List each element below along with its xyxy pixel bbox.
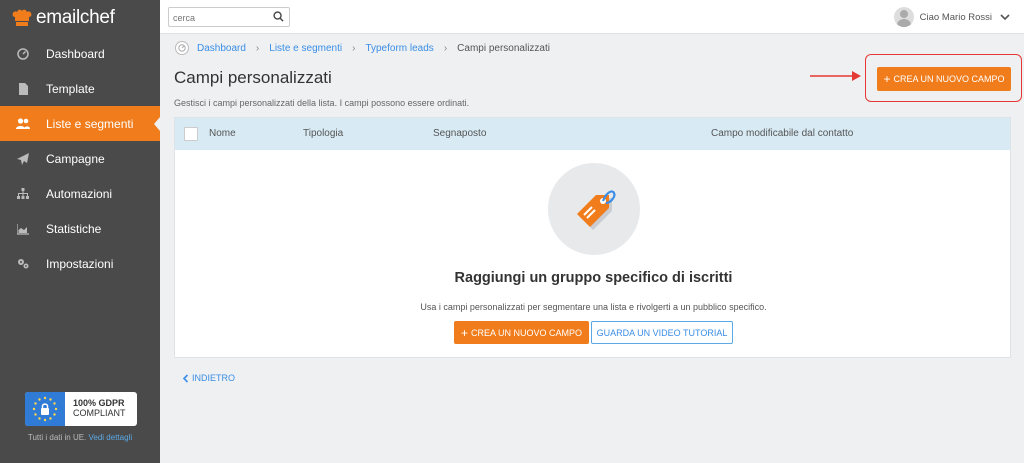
sidebar-item-label: Campagne xyxy=(46,151,105,166)
gdpr-note-text: Tutti i dati in UE. xyxy=(27,433,87,442)
video-tutorial-button[interactable]: GUARDA UN VIDEO TUTORIAL xyxy=(591,321,733,344)
gdpr-note: Tutti i dati in UE. Vedi dettagli xyxy=(0,433,160,442)
sidebar-item-statistiche[interactable]: Statistiche xyxy=(0,211,160,246)
gdpr-title: 100% GDPR xyxy=(73,398,125,408)
chevron-right-icon: › xyxy=(255,42,260,54)
breadcrumb: Dashboard › Liste e segmenti › Typeform … xyxy=(175,41,550,55)
column-header-campo-modificabile[interactable]: Campo modificabile dal contatto xyxy=(711,128,853,139)
page-title: Campi personalizzati xyxy=(174,68,332,87)
search-icon[interactable] xyxy=(273,11,284,22)
eu-lock-icon xyxy=(25,392,65,426)
sidebar-item-label: Automazioni xyxy=(46,186,113,201)
breadcrumb-dashboard[interactable]: Dashboard xyxy=(197,43,246,54)
breadcrumb-liste-e-segmenti[interactable]: Liste e segmenti xyxy=(269,43,342,54)
sidebar-item-liste-e-segmenti[interactable]: Liste e segmenti xyxy=(0,106,160,141)
logo[interactable]: emailchef xyxy=(0,0,160,36)
avatar xyxy=(893,7,914,27)
gauge-icon xyxy=(16,47,30,61)
page-subtitle: Gestisci i campi personalizzati della li… xyxy=(174,98,470,108)
sidebar-item-label: Dashboard xyxy=(46,46,105,61)
tag-icon xyxy=(577,190,616,230)
chevron-right-icon: › xyxy=(352,42,356,54)
chevron-right-icon: › xyxy=(443,42,448,54)
area-chart-icon xyxy=(16,222,30,236)
sidebar-item-label: Template xyxy=(46,81,95,96)
sidebar-item-label: Statistiche xyxy=(46,221,102,236)
annotation-arrow-icon xyxy=(810,71,861,81)
sidebar: emailchef Dashboard Template Liste e seg… xyxy=(0,0,160,463)
top-bar: Ciao Mario Rossi xyxy=(160,0,1024,34)
sidebar-item-label: Liste e segmenti xyxy=(46,116,134,131)
user-greeting: Ciao Mario Rossi xyxy=(919,11,992,23)
select-all-checkbox[interactable] xyxy=(184,127,198,141)
sidebar-item-impostazioni[interactable]: Impostazioni xyxy=(0,246,160,281)
empty-create-field-button[interactable]: + CREA UN NUOVO CAMPO xyxy=(454,321,589,344)
column-header-tipologia[interactable]: Tipologia xyxy=(303,128,343,139)
column-header-segnaposto[interactable]: Segnaposto xyxy=(433,128,486,139)
chevron-down-icon xyxy=(1000,13,1010,20)
annotation-highlight-box xyxy=(865,54,1022,102)
sidebar-item-dashboard[interactable]: Dashboard xyxy=(0,36,160,71)
sidebar-item-label: Impostazioni xyxy=(46,256,114,271)
users-icon xyxy=(16,117,30,131)
paper-plane-icon xyxy=(16,152,30,166)
gdpr-subtitle: COMPLIANT xyxy=(73,408,126,418)
custom-fields-table: Nome Tipologia Segnaposto Campo modifica… xyxy=(174,117,1011,358)
table-header: Nome Tipologia Segnaposto Campo modifica… xyxy=(175,118,1010,150)
back-link[interactable]: INDIETRO xyxy=(182,373,235,383)
empty-state-title: Raggiungi un gruppo specifico di iscritt… xyxy=(454,270,733,286)
gdpr-details-link[interactable]: Vedi dettagli xyxy=(89,433,133,442)
hierarchy-icon xyxy=(16,187,30,201)
empty-state-illustration xyxy=(548,163,640,255)
gdpr-badge: 100% GDPR COMPLIANT xyxy=(25,392,137,426)
back-label: INDIETRO xyxy=(192,373,236,383)
breadcrumb-typeform-leads[interactable]: Typeform leads xyxy=(365,43,433,54)
brand-name: emailchef xyxy=(36,7,115,28)
plus-icon: + xyxy=(460,325,468,340)
search-input[interactable] xyxy=(169,9,267,27)
breadcrumb-current: Campi personalizzati xyxy=(457,42,550,54)
empty-create-field-label: CREA UN NUOVO CAMPO xyxy=(471,327,583,338)
chef-hat-icon xyxy=(12,9,32,26)
sidebar-item-campagne[interactable]: Campagne xyxy=(0,141,160,176)
search-box xyxy=(168,7,290,27)
column-header-nome[interactable]: Nome xyxy=(209,128,236,139)
gears-icon xyxy=(16,257,30,271)
chevron-left-icon xyxy=(182,373,189,383)
document-icon xyxy=(16,82,30,96)
sidebar-item-automazioni[interactable]: Automazioni xyxy=(0,176,160,211)
sidebar-item-template[interactable]: Template xyxy=(0,71,160,106)
user-menu[interactable]: Ciao Mario Rossi xyxy=(893,7,1010,27)
empty-state-description: Usa i campi personalizzati per segmentar… xyxy=(420,302,767,312)
dashboard-gauge-icon[interactable] xyxy=(175,41,189,55)
